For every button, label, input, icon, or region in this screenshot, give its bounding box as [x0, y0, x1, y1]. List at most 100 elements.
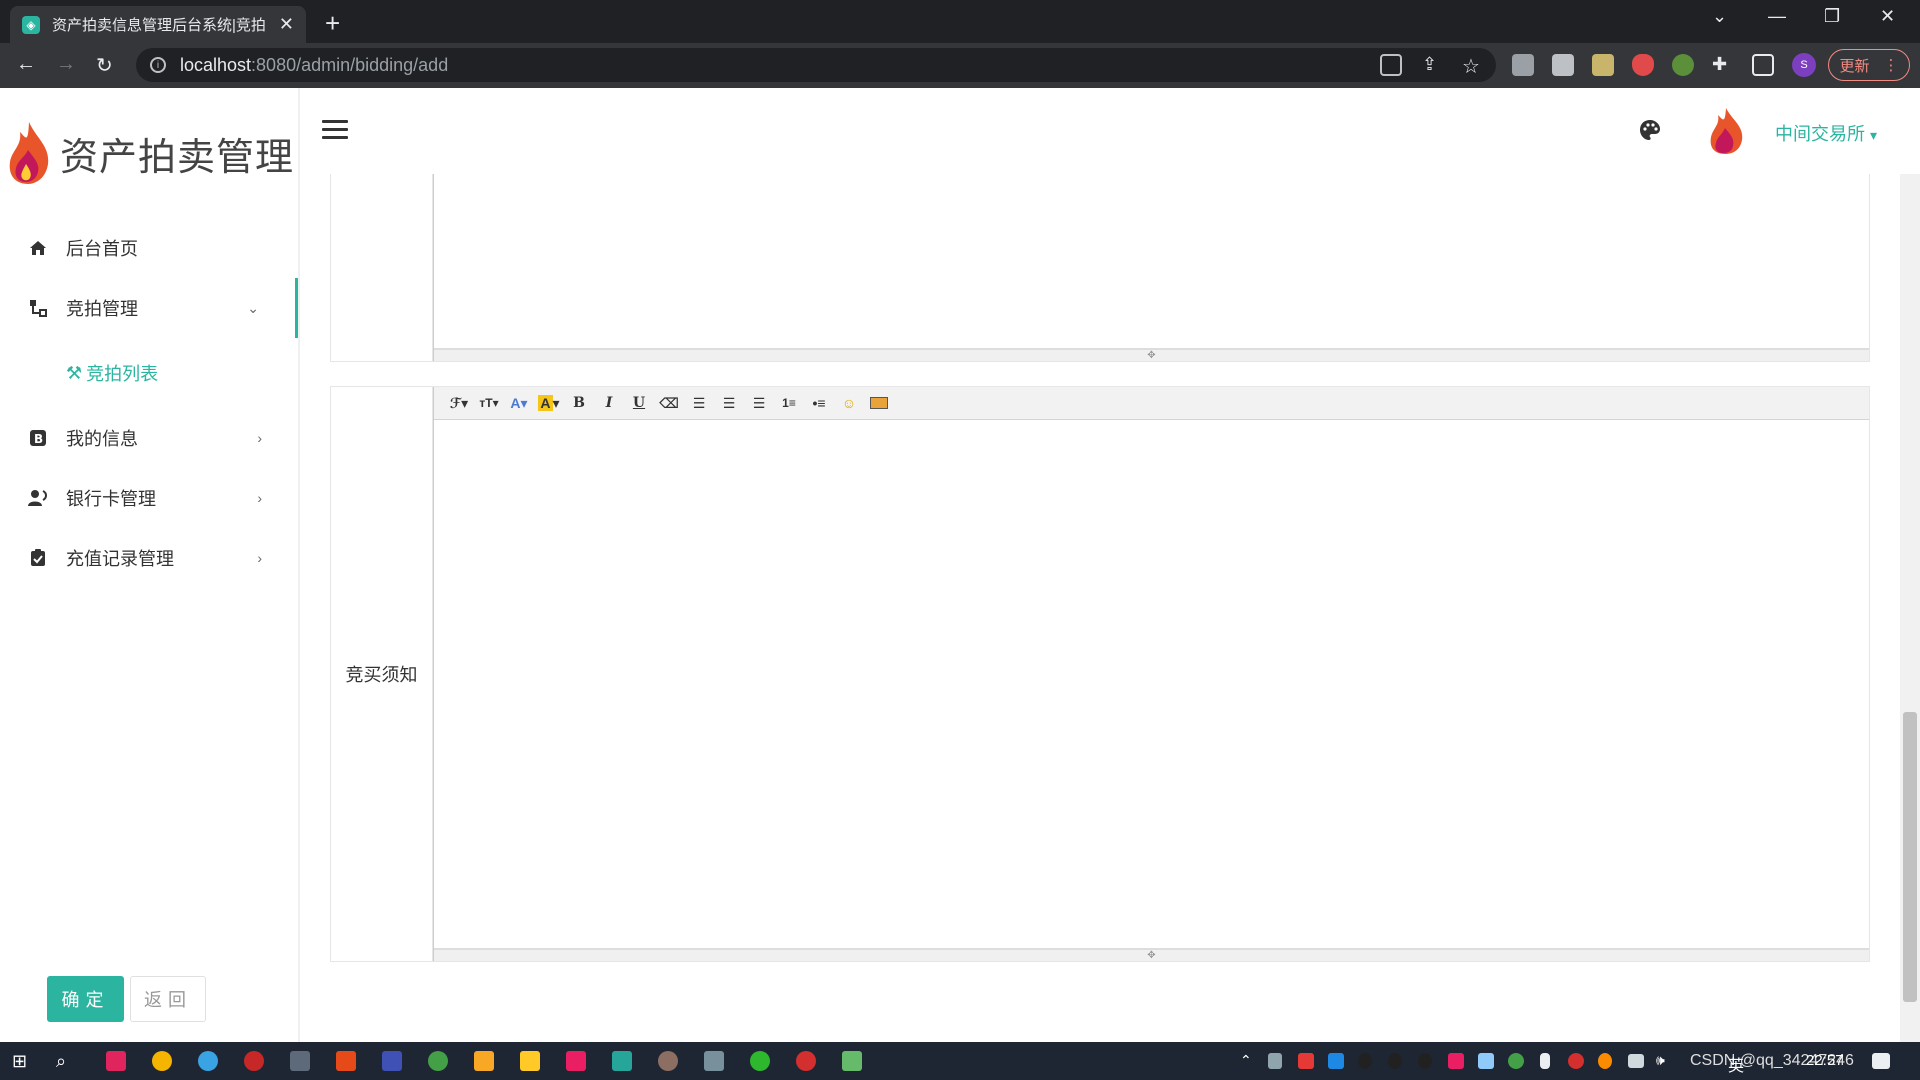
share-icon[interactable]: ⇪: [1422, 54, 1444, 76]
bookmark-star-icon[interactable]: ☆: [1462, 54, 1484, 78]
insert-image-icon[interactable]: [866, 391, 892, 415]
chevron-right-icon: ›: [257, 490, 262, 506]
font-family-icon[interactable]: ℱ▾: [446, 391, 472, 415]
microphone-icon[interactable]: [1540, 1053, 1550, 1069]
theme-palette-icon[interactable]: [1638, 118, 1662, 142]
extension-image-icon[interactable]: [1592, 54, 1614, 76]
underline-icon[interactable]: U: [626, 391, 652, 415]
tab-search-icon[interactable]: ⌄: [1712, 6, 1727, 27]
confirm-button[interactable]: 确定: [47, 976, 124, 1022]
tray-blue-icon[interactable]: [1328, 1053, 1344, 1069]
extension-shield-icon[interactable]: [1632, 54, 1654, 76]
tray-expand-icon[interactable]: ⌃: [1240, 1052, 1252, 1069]
restore-icon[interactable]: ❐: [1824, 6, 1840, 27]
tray-qq-icon[interactable]: [1358, 1053, 1372, 1069]
sidebar-item-home[interactable]: 后台首页: [0, 218, 298, 278]
tray-pink-icon[interactable]: [1448, 1053, 1464, 1069]
sync-icon[interactable]: [428, 1051, 448, 1071]
folder-icon[interactable]: [474, 1051, 494, 1071]
sidebar-item-bidding[interactable]: 竞拍管理 ⌄: [0, 278, 298, 338]
extension-camera-icon[interactable]: [1552, 54, 1574, 76]
browser-alt-icon[interactable]: [198, 1051, 218, 1071]
scrollbar-thumb[interactable]: [1903, 712, 1917, 1002]
editor-toolbar: ℱ▾ тT▾ A▾ A ▾ B I U ⌫ ☰ ☰ ☰ 1≡ •≡ ☺: [434, 387, 1869, 420]
intellij-icon[interactable]: [106, 1051, 126, 1071]
sidebar-subitem-bidding-list[interactable]: ⚒ 竞拍列表: [0, 338, 298, 408]
highlight-color-icon[interactable]: A ▾: [536, 391, 562, 415]
new-tab-icon[interactable]: +: [325, 8, 340, 39]
site-info-icon[interactable]: i: [150, 57, 166, 73]
file-explorer-icon[interactable]: [520, 1051, 540, 1071]
page-scrollbar[interactable]: [1900, 174, 1920, 1042]
browser-update-button[interactable]: 更新 ⋮: [1828, 49, 1910, 81]
editor-content-area[interactable]: [434, 174, 1869, 349]
open-external-icon[interactable]: [1380, 54, 1402, 76]
italic-icon[interactable]: I: [596, 391, 622, 415]
wechat-icon[interactable]: [750, 1051, 770, 1071]
emoticon-icon[interactable]: ☺: [836, 391, 862, 415]
windows-start-icon[interactable]: ⊞: [12, 1051, 32, 1071]
record-icon[interactable]: [796, 1051, 816, 1071]
address-bar[interactable]: i localhost:8080/admin/bidding/add: [136, 48, 1496, 82]
align-center-icon[interactable]: ☰: [716, 391, 742, 415]
bold-icon[interactable]: B: [566, 391, 592, 415]
kebab-menu-icon[interactable]: ⋮: [1884, 56, 1899, 74]
tray-qq-icon[interactable]: [1388, 1053, 1402, 1069]
extension-green-icon[interactable]: [1672, 54, 1694, 76]
tray-record-icon[interactable]: [1568, 1053, 1584, 1069]
network-icon[interactable]: [1628, 1054, 1644, 1068]
reload-icon[interactable]: ↻: [96, 53, 113, 78]
caret-down-icon: ▾: [1870, 127, 1878, 143]
browser-tab[interactable]: ◈ 资产拍卖信息管理后台系统|竞拍 ✕: [10, 6, 306, 43]
app-blue-icon[interactable]: [382, 1051, 402, 1071]
profile-avatar[interactable]: S: [1792, 53, 1816, 77]
tray-red-icon[interactable]: [1298, 1053, 1314, 1069]
extension-translate-icon[interactable]: [1512, 54, 1534, 76]
browser-toolbar: ← → ↻ i localhost:8080/admin/bidding/add…: [0, 43, 1920, 88]
sidebar-item-recharge[interactable]: 充值记录管理 ›: [0, 528, 298, 588]
tray-wechat-icon[interactable]: [1508, 1053, 1524, 1069]
ordered-list-icon[interactable]: 1≡: [776, 391, 802, 415]
recorder-icon[interactable]: [244, 1051, 264, 1071]
editor-resize-handle-icon[interactable]: ✥: [434, 949, 1869, 961]
search-icon[interactable]: ⌕: [56, 1051, 76, 1071]
user-avatar[interactable]: [1706, 106, 1746, 156]
app-gray-icon[interactable]: [704, 1051, 724, 1071]
sidebar-item-bank-card[interactable]: 银行卡管理 ›: [0, 468, 298, 528]
ime-indicator[interactable]: 英: [1728, 1052, 1744, 1076]
clock[interactable]: 22:57: [1806, 1052, 1844, 1069]
chrome-icon[interactable]: [152, 1051, 172, 1071]
back-icon[interactable]: ←: [16, 53, 36, 76]
extensions-puzzle-icon[interactable]: ✚: [1712, 54, 1734, 76]
app-avatar-icon[interactable]: [658, 1051, 678, 1071]
app-icon[interactable]: [290, 1051, 310, 1071]
editor-resize-handle-icon[interactable]: ✥: [434, 349, 1869, 361]
sidebar-item-my-info[interactable]: B 我的信息 ›: [0, 408, 298, 468]
app-green-icon[interactable]: [842, 1051, 862, 1071]
editor-content-area[interactable]: [434, 420, 1869, 949]
forward-icon[interactable]: →: [56, 53, 76, 76]
app-pink-icon[interactable]: [566, 1051, 586, 1071]
app-teal-icon[interactable]: [612, 1051, 632, 1071]
align-left-icon[interactable]: ☰: [686, 391, 712, 415]
notification-icon[interactable]: [1872, 1053, 1890, 1069]
side-panel-icon[interactable]: [1752, 54, 1774, 76]
tray-search-icon[interactable]: [1598, 1053, 1612, 1069]
volume-icon[interactable]: 🕪: [1656, 1052, 1665, 1069]
font-color-icon[interactable]: A▾: [506, 391, 532, 415]
tray-app-icon[interactable]: [1268, 1053, 1282, 1069]
menu-toggle-icon[interactable]: [322, 120, 348, 140]
back-button[interactable]: 返回: [130, 976, 206, 1022]
font-size-icon[interactable]: тT▾: [476, 391, 502, 415]
tab-title: 资产拍卖信息管理后台系统|竞拍: [52, 17, 266, 34]
unordered-list-icon[interactable]: •≡: [806, 391, 832, 415]
app-red-icon[interactable]: [336, 1051, 356, 1071]
eraser-icon[interactable]: ⌫: [656, 391, 682, 415]
tab-close-icon[interactable]: ✕: [279, 14, 294, 35]
window-close-icon[interactable]: ✕: [1880, 6, 1895, 27]
align-right-icon[interactable]: ☰: [746, 391, 772, 415]
account-menu[interactable]: 中间交易所 ▾: [1775, 120, 1877, 146]
tray-light-icon[interactable]: [1478, 1053, 1494, 1069]
minimize-icon[interactable]: —: [1768, 6, 1786, 27]
tray-qq-icon[interactable]: [1418, 1053, 1432, 1069]
